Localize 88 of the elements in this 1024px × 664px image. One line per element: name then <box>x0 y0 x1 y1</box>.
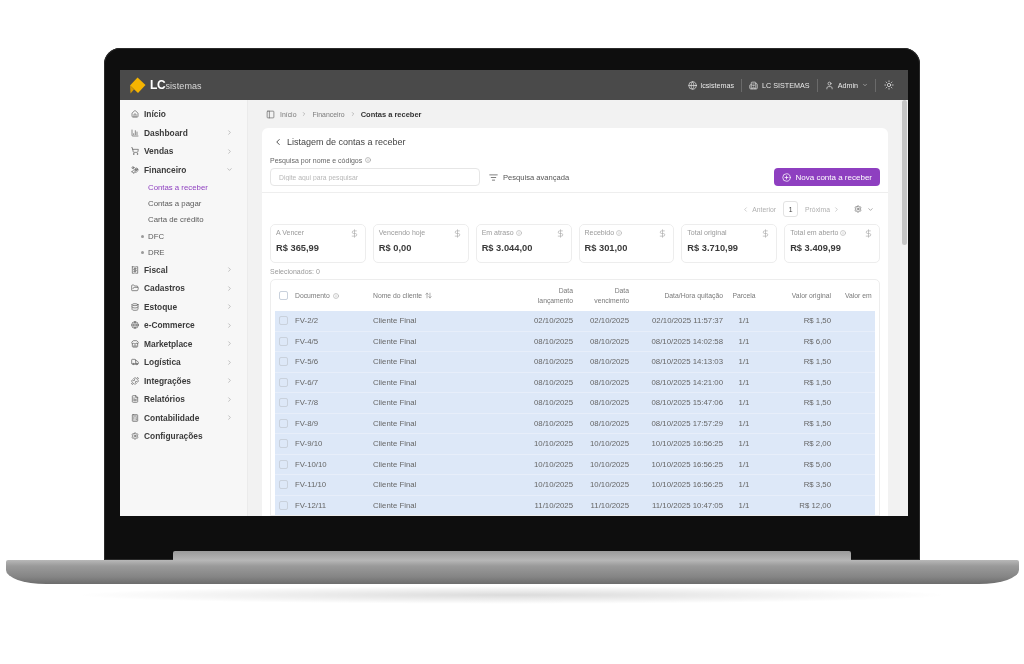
chevron-right-icon <box>226 395 233 403</box>
chevron-down-icon <box>867 205 874 213</box>
logo-icon <box>129 76 146 94</box>
settings-icon <box>131 432 139 441</box>
row-checkbox[interactable] <box>278 480 288 490</box>
chevron-right-icon <box>226 266 233 274</box>
nav-item[interactable]: Financeiro <box>120 160 247 179</box>
row-checkbox[interactable] <box>278 459 288 469</box>
calculator-icon <box>131 413 139 422</box>
stat-value: R$ 3.044,00 <box>481 243 533 253</box>
sort-icon[interactable] <box>425 292 433 299</box>
nav-item[interactable]: Vendas <box>120 142 247 161</box>
stat-value: R$ 0,00 <box>378 243 412 253</box>
dot-icon <box>141 234 144 238</box>
page-title: Listagem de contas a receber <box>287 137 406 147</box>
cart-icon <box>131 147 139 156</box>
store-icon <box>131 339 139 348</box>
globe-icon <box>687 80 697 90</box>
nav-item[interactable]: Configurações <box>120 427 247 446</box>
settings-icon <box>854 205 862 213</box>
row-checkbox[interactable] <box>278 418 288 428</box>
stat-value: R$ 3.710,99 <box>687 243 738 253</box>
chevron-right-icon <box>226 414 233 422</box>
nav-item[interactable]: e-Commerce <box>120 316 247 335</box>
dollar-icon <box>349 229 359 238</box>
nav-item[interactable]: Integrações <box>120 371 247 390</box>
user-icon <box>824 80 834 90</box>
nav-item[interactable]: Marketplace <box>120 334 247 353</box>
nav-item[interactable]: Estoque <box>120 297 247 316</box>
house-icon <box>131 110 139 119</box>
row-checkbox[interactable] <box>278 500 288 510</box>
chevron-right-icon <box>226 129 233 137</box>
nav-item[interactable]: Dashboard <box>120 123 247 142</box>
chevron-right-icon <box>226 358 233 366</box>
row-checkbox[interactable] <box>278 398 288 408</box>
sidebar-toggle-icon[interactable] <box>266 109 275 119</box>
chevron-right-icon <box>226 321 233 329</box>
coins-icon <box>131 165 139 174</box>
back-button[interactable] <box>273 136 283 148</box>
receipt-icon <box>131 265 139 274</box>
stat-value: R$ 365,99 <box>276 243 319 253</box>
nav-item[interactable]: Início <box>120 105 247 124</box>
dot-icon <box>141 250 144 254</box>
row-checkbox[interactable] <box>278 336 288 346</box>
filter-icon <box>489 172 498 182</box>
row-checkbox[interactable] <box>278 357 288 367</box>
database-icon <box>131 302 139 311</box>
sun-icon <box>884 80 894 90</box>
chevron-right-icon <box>301 111 308 117</box>
globe-icon <box>131 321 139 330</box>
chevron-right-icon <box>833 205 840 213</box>
chevron-down-icon <box>862 82 868 88</box>
dollar-icon <box>658 229 668 238</box>
new-account-button[interactable]: Nova conta a receber <box>773 168 880 186</box>
document-icon <box>131 395 139 404</box>
select-all-checkbox[interactable] <box>278 291 288 300</box>
row-checkbox[interactable] <box>278 439 288 449</box>
nav-item[interactable]: Relatórios <box>120 390 247 409</box>
plus-circle-icon <box>781 172 791 182</box>
dollar-icon <box>452 229 462 238</box>
nav-item[interactable]: Contabilidade <box>120 408 247 427</box>
scrollbar-thumb[interactable] <box>901 100 907 245</box>
nav-item[interactable]: Logística <box>120 353 247 372</box>
bar-chart-icon <box>131 128 139 137</box>
building-icon <box>749 80 759 90</box>
chevron-right-icon <box>349 111 356 117</box>
truck-icon <box>131 358 139 367</box>
chevron-down-icon <box>226 166 233 174</box>
dollar-icon <box>864 229 873 238</box>
logo-text: LCsistemas <box>150 78 202 92</box>
dollar-icon <box>555 229 565 238</box>
folder-icon <box>131 284 139 293</box>
chevron-left-icon <box>742 205 750 213</box>
puzzle-icon <box>131 376 139 385</box>
chevron-right-icon <box>226 303 233 311</box>
stat-value: R$ 3.409,99 <box>790 243 841 253</box>
chevron-right-icon <box>226 284 233 292</box>
stat-value: R$ 301,00 <box>584 243 628 253</box>
chevron-left-icon <box>273 137 283 147</box>
row-checkbox[interactable] <box>278 316 288 326</box>
info-icon <box>365 157 372 163</box>
row-checkbox[interactable] <box>278 377 288 387</box>
dollar-icon <box>761 229 771 238</box>
nav-item[interactable]: Fiscal <box>120 260 247 279</box>
nav-item[interactable]: Cadastros <box>120 279 247 298</box>
chevron-right-icon <box>226 340 233 348</box>
chevron-right-icon <box>226 147 233 155</box>
chevron-right-icon <box>226 377 233 385</box>
